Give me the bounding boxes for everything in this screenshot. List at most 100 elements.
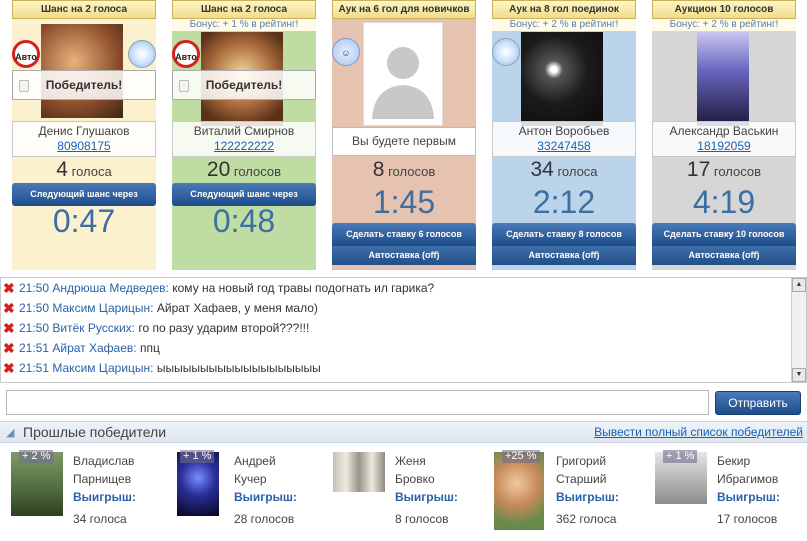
chat-user[interactable]: Андрюша Медведев:	[52, 281, 169, 295]
countdown-timer: 0:48	[212, 203, 276, 239]
user-silhouette-icon	[372, 47, 434, 119]
chat-message: ✖ 21:50 Андрюша Медведев: кому на новый …	[1, 278, 806, 298]
bonus-label: Бонус: + 1 % в рейтинг!	[172, 19, 316, 31]
auction-card-2: Шанс на 2 голоса Бонус: + 1 % в рейтинг!…	[172, 0, 316, 270]
first-name: Владислав	[73, 454, 135, 468]
first-name: Андрей	[234, 454, 276, 468]
win-label: Выигрыш:	[395, 490, 458, 504]
place-bid-button[interactable]: Сделать ставку 8 голосов	[492, 223, 636, 246]
votes-count: 17 голосов	[652, 158, 796, 182]
winner-name[interactable]: Григорий Старший	[556, 452, 652, 488]
winner-name[interactable]: Женя Бровко	[395, 452, 491, 488]
win-count: 362 голоса	[556, 512, 617, 526]
chat-user[interactable]: Максим Царицын:	[52, 361, 153, 375]
past-winner: + 1 % Бекир Ибрагимов Выигрыш: 17 голосов	[655, 450, 807, 535]
leader-info: Денис Глушаков 80908175	[12, 121, 156, 157]
winner-photo[interactable]	[494, 452, 544, 530]
win-label: Выигрыш:	[73, 490, 136, 504]
auction-title: Шанс на 2 голоса	[172, 0, 316, 19]
chat-text: го по разу ударим второй???!!!	[138, 321, 310, 335]
chat-time: 21:50	[19, 281, 50, 295]
auction-card-5: Аукцион 10 голосов Бонус: + 2 % в рейтин…	[652, 0, 796, 270]
countdown-timer: 1:45	[372, 184, 436, 220]
winner-name[interactable]: Владислав Парнищев	[73, 452, 169, 488]
auction-card-4: Аук на 8 гол поединок Бонус: + 2 % в рей…	[492, 0, 636, 270]
past-winner: + 2 % Владислав Парнищев Выигрыш: 34 голо…	[11, 450, 171, 535]
chat-input[interactable]	[6, 390, 709, 415]
leader-id-link[interactable]: 80908175	[13, 139, 155, 154]
win-count: 34 голоса	[73, 512, 127, 526]
arrow-icon: ◢	[6, 427, 15, 439]
chat-scrollbar[interactable]: ▲ ▼	[791, 278, 806, 382]
delete-icon[interactable]: ✖	[3, 321, 15, 335]
newbie-icon: ☺	[332, 38, 360, 66]
leader-id-link[interactable]: 18192059	[653, 139, 795, 154]
chat-text: ыыыыыыыыыыыыыыыыыыы	[156, 361, 321, 375]
leader-info: Антон Воробьев 33247458	[492, 121, 636, 157]
votes-count: 20 голосов	[172, 158, 316, 182]
past-winner: +25 % Григорий Старший Выигрыш: 362 голос…	[494, 450, 654, 535]
auction-title: Аукцион 10 голосов	[652, 0, 796, 19]
winner-photo[interactable]	[697, 32, 749, 126]
delete-icon[interactable]: ✖	[3, 341, 15, 355]
all-winners-link[interactable]: Вывести полный список победителей	[594, 425, 803, 439]
auction-card-3: Аук на 6 гол для новичков ☺ Вы будете пе…	[332, 0, 476, 270]
delete-icon[interactable]: ✖	[3, 301, 15, 315]
past-winner: Женя Бровко Выигрыш: 8 голосов	[333, 450, 493, 535]
win-label: Выигрыш:	[556, 490, 619, 504]
winner-photo[interactable]	[521, 32, 603, 126]
delete-icon[interactable]: ✖	[3, 281, 15, 295]
delete-icon[interactable]: ✖	[3, 361, 15, 375]
send-button[interactable]: Отправить	[715, 391, 801, 415]
coin-icon	[128, 40, 156, 68]
lock-icon	[19, 80, 29, 92]
votes-number: 17	[686, 158, 711, 181]
scroll-up-icon[interactable]: ▲	[792, 278, 806, 292]
win-count: 17 голосов	[717, 512, 778, 526]
votes-word: голоса	[71, 164, 112, 179]
chat-user[interactable]: Витёк Русских:	[52, 321, 135, 335]
chat-text: ппц	[139, 341, 160, 355]
countdown-timer: 4:19	[692, 184, 756, 220]
first-name: Женя	[395, 454, 426, 468]
leader-id-link[interactable]: 33247458	[493, 139, 635, 154]
bonus-label: Бонус: + 2 % в рейтинг!	[492, 19, 636, 31]
auction-title: Аук на 6 гол для новичков	[332, 0, 476, 19]
leader-name: Денис Глушаков	[38, 124, 130, 138]
auto-bid-button[interactable]: Автоставка (off)	[492, 246, 636, 265]
scroll-down-icon[interactable]: ▼	[792, 368, 806, 382]
leader-id-link[interactable]: 122222222	[173, 139, 315, 154]
coin-icon	[492, 38, 520, 66]
place-bid-button[interactable]: Сделать ставку 6 голосов	[332, 223, 476, 246]
leader-name: Александр Васькин	[669, 124, 779, 138]
auction-title: Шанс на 2 голоса	[12, 0, 156, 19]
winner-name[interactable]: Бекир Ибрагимов	[717, 452, 807, 488]
chat-time: 21:50	[19, 301, 50, 315]
winner-photo[interactable]	[333, 452, 385, 492]
win-label: Выигрыш:	[717, 490, 780, 504]
auto-bid-button[interactable]: Автоставка (off)	[652, 246, 796, 265]
place-bid-button[interactable]: Сделать ставку 10 голосов	[652, 223, 796, 246]
chat-user[interactable]: Максим Царицын:	[52, 301, 153, 315]
chat-log[interactable]: ✖ 21:50 Андрюша Медведев: кому на новый …	[0, 277, 807, 383]
countdown-timer: 2:12	[532, 184, 596, 220]
no-auto-icon: Авто	[12, 40, 40, 68]
chat-time: 21:51	[19, 361, 50, 375]
leader-info: Александр Васькин 18192059	[652, 121, 796, 157]
votes-count: 8 голосов	[332, 158, 476, 182]
winner-name[interactable]: Андрей Кучер	[234, 452, 330, 488]
bonus-percent: + 2 %	[19, 450, 54, 463]
last-name: Кучер	[234, 472, 267, 486]
past-winner: + 1 % Андрей Кучер Выигрыш: 28 голосов	[172, 450, 332, 535]
chat-user[interactable]: Айрат Хафаев:	[52, 341, 136, 355]
first-name: Бекир	[717, 454, 751, 468]
leader-info: Виталий Смирнов 122222222	[172, 121, 316, 157]
winner-label: Победитель!	[45, 78, 123, 92]
winner-label: Победитель!	[205, 78, 283, 92]
chat-message: ✖ 21:51 Максим Царицын: ыыыыыыыыыыыыыыыы…	[1, 358, 806, 378]
bonus-percent: +25 %	[502, 450, 540, 463]
past-winners-header: ◢ Прошлые победители Вывести полный спис…	[0, 421, 807, 443]
chat-time: 21:50	[19, 321, 50, 335]
leader-name: Виталий Смирнов	[193, 124, 295, 138]
auto-bid-button[interactable]: Автоставка (off)	[332, 246, 476, 265]
